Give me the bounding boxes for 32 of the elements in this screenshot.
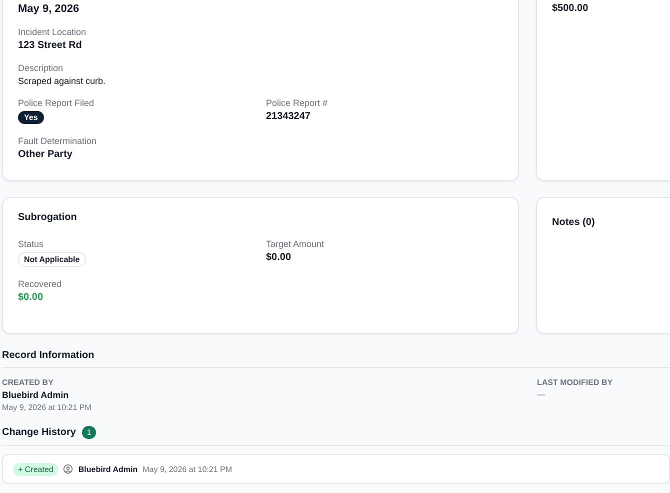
user-name: Bluebird Admin — [2, 390, 70, 400]
card-title: Subrogation — [18, 212, 78, 223]
timestamp: May 9, 2026 at 10:21 PM — [142, 464, 232, 474]
field-label: Status — [18, 239, 44, 249]
field-label: Description — [18, 63, 64, 73]
field-label: Fault Determination — [18, 136, 97, 146]
status-badge: Not Applicable — [18, 252, 86, 267]
field-value: 123 Street Rd — [18, 40, 82, 51]
field-label: CREATED BY — [2, 378, 54, 387]
field-value: Other Party — [18, 149, 72, 160]
field-label: Police Report # — [266, 98, 328, 108]
field-label: LAST MODIFIED BY — [537, 378, 614, 387]
field-value: 21343247 — [266, 111, 310, 122]
card-title: Notes (0) — [552, 217, 596, 228]
timestamp: May 9, 2026 at 10:21 PM — [2, 403, 92, 412]
field-value: May 9, 2026 — [18, 3, 80, 15]
field-value: $500.00 — [552, 3, 590, 14]
field-label: Target Amount — [266, 239, 324, 249]
action-badge: + Created — [13, 462, 58, 476]
field-value: $0.00 — [266, 252, 292, 263]
field-value: — — [537, 390, 546, 399]
section-title: Change History — [2, 427, 76, 438]
section-title: Record Information — [2, 350, 94, 361]
user-name: Bluebird Admin — [78, 464, 138, 474]
field-value: Scraped against curb. — [18, 76, 106, 86]
count-badge: 1 — [82, 426, 96, 439]
field-label: Police Report Filed — [18, 98, 94, 108]
status-badge: Yes — [18, 111, 44, 124]
field-label: Incident Location — [18, 27, 86, 37]
user-icon — [63, 464, 74, 474]
field-value: $0.00 — [18, 292, 44, 303]
field-label: Recovered — [18, 279, 62, 289]
